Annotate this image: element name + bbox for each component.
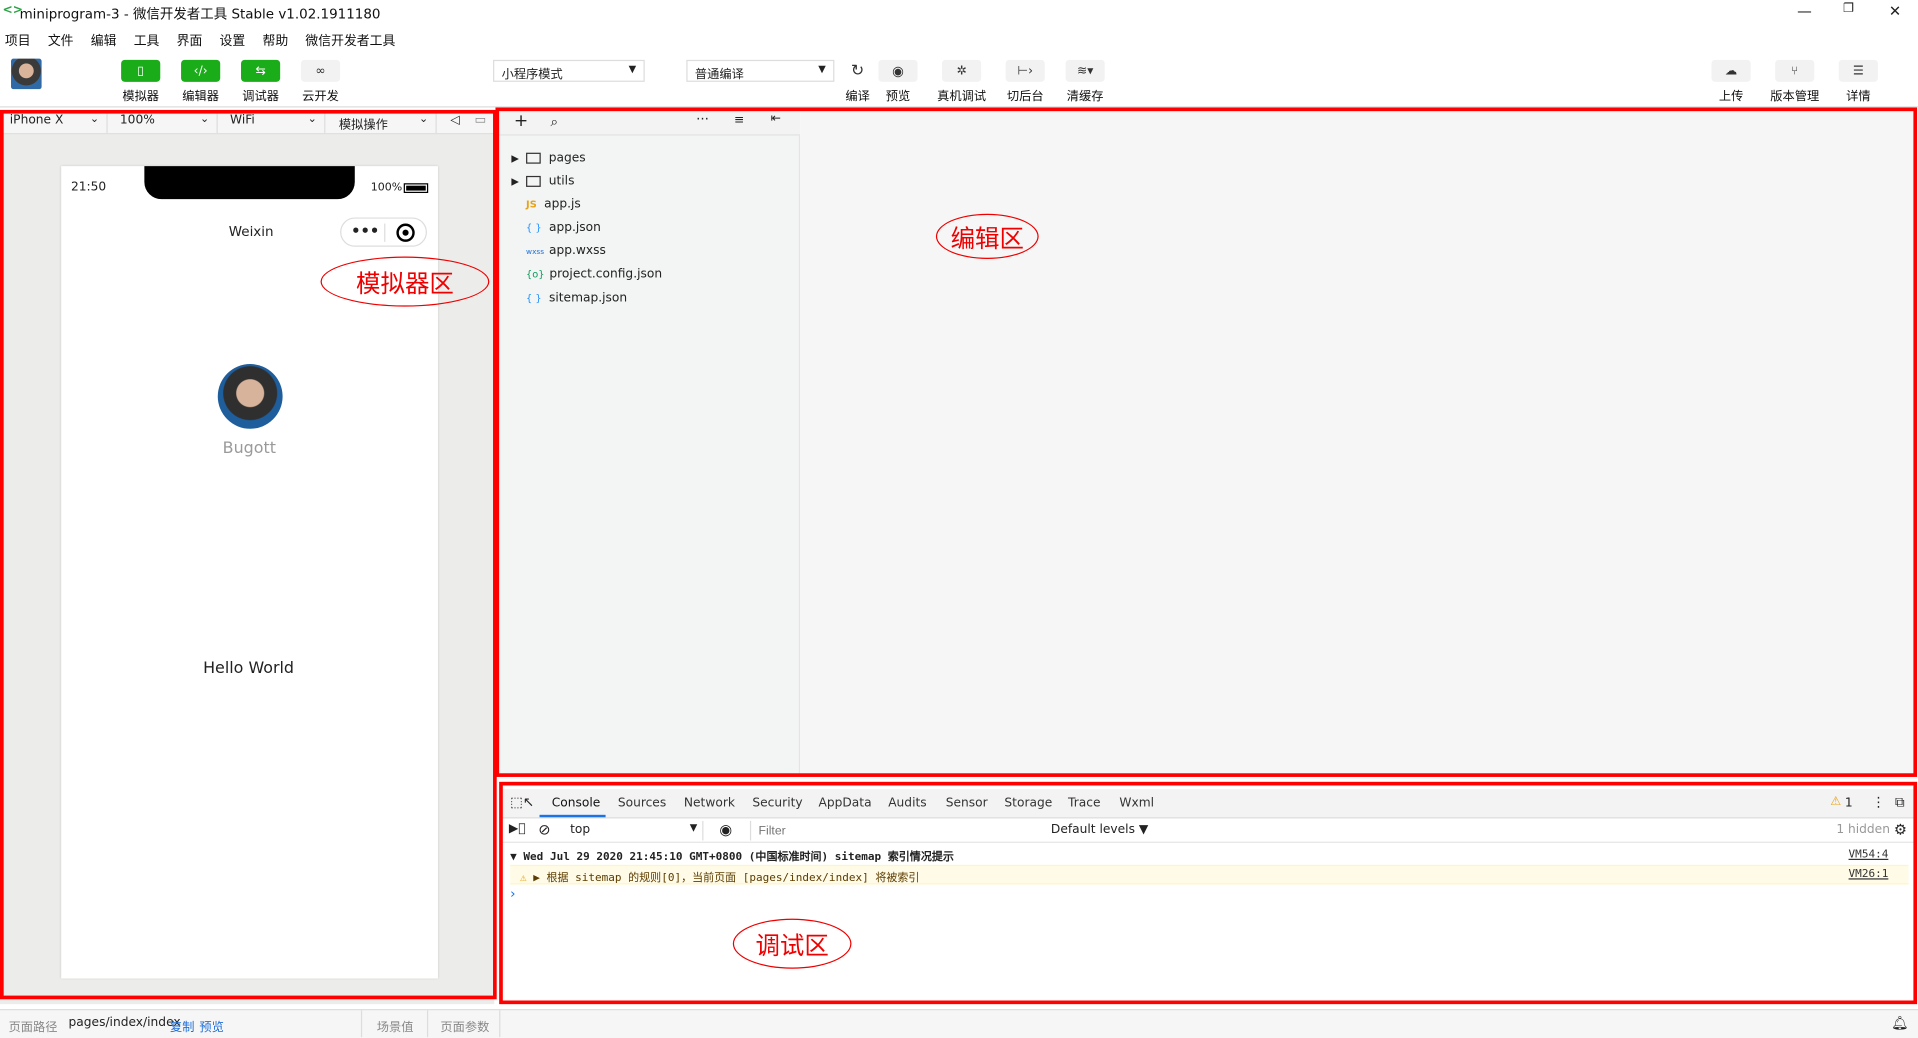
compile-mode-select[interactable]: 普通编译 ▼ — [686, 59, 835, 82]
title-bar: <> miniprogram-3 - 微信开发者工具 Stable v1.02.… — [0, 0, 1918, 25]
cloud-link-icon: ∞ — [300, 59, 341, 82]
simulator-highlight — [0, 109, 497, 1000]
scene-value[interactable]: 场景值 — [377, 1016, 414, 1034]
chevron-down-icon: ▼ — [628, 63, 637, 75]
clear-cache-button[interactable]: ≋▾ 清缓存 — [1057, 59, 1113, 104]
menu-bar: 项目 文件 编辑 工具 界面 设置 帮助 微信开发者工具 — [0, 24, 1918, 49]
menu-icon: ☰ — [1838, 59, 1878, 82]
chevron-down-icon: ▼ — [818, 63, 826, 75]
path-label: 页面路径 — [8, 1021, 58, 1035]
simulator-toggle-button[interactable]: ▯ 模拟器 — [113, 59, 169, 104]
preview-button[interactable]: ◉ 预览 — [870, 59, 926, 104]
debugger-highlight — [499, 781, 1918, 1005]
background-button[interactable]: ⊢› 切后台 — [997, 59, 1053, 104]
copy-link[interactable]: 复制 — [170, 1016, 194, 1034]
maximize-button[interactable]: ❐ — [1830, 2, 1867, 22]
upload-icon: ☁ — [1711, 59, 1751, 82]
preview-link[interactable]: 预览 — [199, 1016, 223, 1034]
switch-icon: ⊢› — [1005, 59, 1045, 82]
window-title: miniprogram-3 - 微信开发者工具 Stable v1.02.191… — [19, 6, 381, 22]
cloud-dev-button[interactable]: ∞ 云开发 — [292, 59, 348, 104]
bug-icon: ✲ — [942, 59, 982, 82]
avatar[interactable] — [11, 58, 42, 90]
debugger-annotation: 调试区 — [732, 918, 852, 969]
layers-icon: ≋▾ — [1065, 59, 1105, 82]
code-icon: ‹/› — [181, 59, 221, 82]
branch-icon: ⑂ — [1775, 59, 1815, 82]
editor-annotation: 编辑区 — [935, 213, 1039, 259]
page-params[interactable]: 页面参数 — [440, 1016, 489, 1034]
page-path: pages/index/index — [68, 1016, 181, 1030]
editor-toggle-button[interactable]: ‹/› 编辑器 — [172, 59, 228, 104]
editor-highlight — [495, 107, 1918, 777]
debug-icon: ⇆ — [241, 59, 281, 82]
debugger-toggle-button[interactable]: ⇆ 调试器 — [232, 59, 288, 104]
mode-select[interactable]: 小程序模式 ▼ — [493, 59, 645, 82]
remote-debug-button[interactable]: ✲ 真机调试 — [933, 59, 989, 104]
simulator-annotation: 模拟器区 — [320, 256, 490, 307]
toolbar: ▯ 模拟器 ‹/› 编辑器 ⇆ 调试器 ∞ 云开发 小程序模式 ▼ 普通编译 ▼ ↻… — [0, 46, 1918, 108]
notification-bell-icon[interactable]: 🔔︎ — [1891, 1015, 1908, 1031]
status-bar: 页面路径 pages/index/index 复制 预览 场景值 页面参数 🔔︎ — [0, 1009, 1918, 1038]
upload-button[interactable]: ☁ 上传 — [1703, 59, 1759, 104]
version-button[interactable]: ⑂ 版本管理 — [1767, 59, 1823, 104]
close-button[interactable]: ✕ — [1877, 2, 1914, 22]
details-button[interactable]: ☰ 详情 — [1830, 59, 1886, 104]
phone-icon: ▯ — [121, 59, 161, 82]
minimize-button[interactable]: — — [1786, 2, 1823, 22]
eye-icon: ◉ — [878, 59, 918, 82]
